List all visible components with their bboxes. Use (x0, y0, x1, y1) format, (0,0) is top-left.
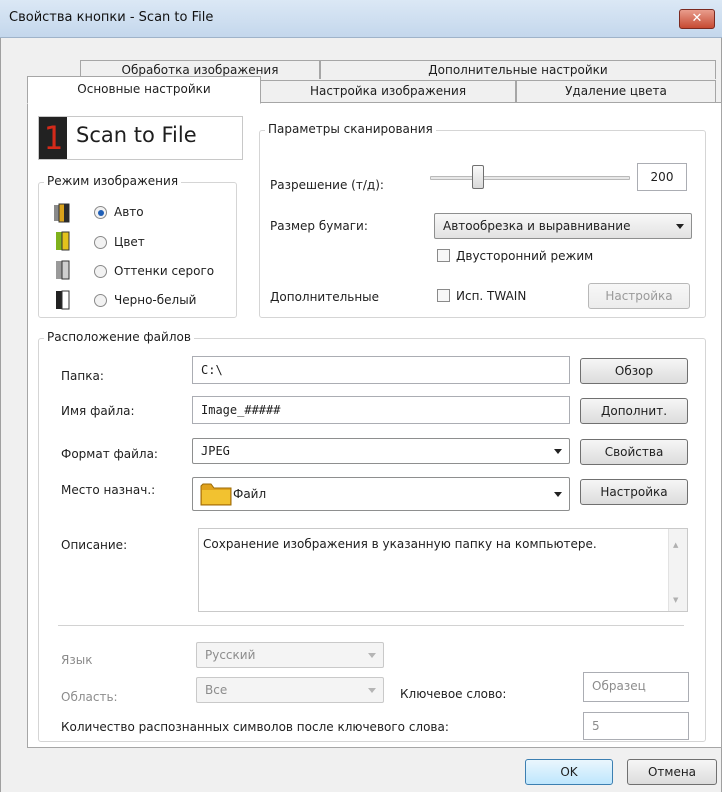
image-mode-title: Режим изображения (44, 174, 182, 188)
resolution-slider-track[interactable] (430, 176, 630, 180)
keyword-input[interactable]: Образец (583, 672, 689, 702)
description-label: Описание: (61, 538, 128, 552)
twain-label: Исп. TWAIN (456, 289, 527, 303)
twain-checkbox[interactable] (437, 289, 450, 302)
scroll-down-icon[interactable]: ▼ (673, 596, 678, 604)
tab-color-dropout[interactable]: Удаление цвета (516, 80, 716, 102)
radio-bw[interactable] (94, 294, 107, 307)
char-count-input[interactable]: 5 (583, 712, 689, 740)
filename-input[interactable]: Image_##### (192, 396, 570, 424)
separator (58, 625, 684, 626)
filename-label: Имя файла: (61, 404, 135, 418)
filename-more-button[interactable]: Дополнит. (580, 398, 688, 424)
area-value: Все (205, 683, 228, 697)
chevron-down-icon (554, 449, 562, 454)
folder-input[interactable]: C:\ (192, 356, 570, 384)
language-select[interactable]: Русский (196, 642, 384, 668)
radio-auto-label: Авто (114, 205, 144, 219)
radio-grayscale[interactable] (94, 265, 107, 278)
close-button[interactable]: ✕ (679, 9, 715, 29)
file-format-label: Формат файла: (61, 447, 158, 461)
radio-grayscale-label: Оттенки серого (114, 264, 215, 278)
auto-mode-icon (53, 203, 71, 223)
chevron-down-icon (554, 492, 562, 497)
color-mode-icon (53, 231, 71, 251)
ok-button[interactable]: OK (525, 759, 613, 785)
folder-label: Папка: (61, 369, 104, 383)
radio-color[interactable] (94, 236, 107, 249)
char-count-label: Количество распознанных символов после к… (61, 720, 449, 734)
chevron-down-icon (676, 224, 684, 229)
language-label: Язык (61, 653, 93, 667)
cancel-button[interactable]: Отмена (627, 759, 717, 785)
language-value: Русский (205, 648, 256, 662)
scroll-up-icon[interactable]: ▲ (673, 541, 678, 549)
duplex-checkbox[interactable] (437, 249, 450, 262)
destination-value: Файл (233, 487, 267, 501)
file-properties-button[interactable]: Свойства (580, 439, 688, 465)
button-name-label: Scan to File (76, 123, 197, 147)
tab-advanced-settings[interactable]: Дополнительные настройки (320, 60, 716, 79)
chevron-down-icon (368, 653, 376, 658)
window-title: Свойства кнопки - Scan to File (9, 10, 214, 25)
keyword-label: Ключевое слово: (400, 687, 507, 701)
paper-size-value: Автообрезка и выравнивание (443, 219, 631, 233)
paper-size-select[interactable]: Автообрезка и выравнивание (434, 213, 692, 239)
button-number-display: 1 (39, 117, 67, 159)
bw-mode-icon (53, 290, 71, 310)
file-format-select[interactable]: JPEG (192, 438, 570, 464)
radio-bw-label: Черно-белый (114, 293, 197, 307)
resolution-label: Разрешение (т/д): (270, 178, 384, 192)
duplex-label: Двусторонний режим (456, 249, 594, 263)
file-format-value: JPEG (201, 444, 230, 458)
twain-setup-button[interactable]: Настройка (588, 283, 690, 309)
destination-label: Место назнач.: (61, 483, 156, 497)
destination-select[interactable]: Файл (192, 477, 570, 511)
resolution-input[interactable]: 200 (637, 163, 687, 191)
tab-basic-settings[interactable]: Основные настройки (27, 76, 261, 104)
radio-auto[interactable] (94, 206, 107, 219)
area-label: Область: (61, 690, 118, 704)
description-text: Сохранение изображения в указанную папку… (203, 537, 597, 551)
tab-image-settings[interactable]: Настройка изображения (260, 80, 516, 102)
folder-icon (200, 481, 232, 507)
resolution-slider-thumb[interactable] (472, 165, 484, 189)
grayscale-mode-icon (53, 260, 71, 280)
scan-params-title: Параметры сканирования (265, 122, 436, 136)
chevron-down-icon (368, 688, 376, 693)
advanced-label: Дополнительные (270, 290, 380, 304)
browse-button[interactable]: Обзор (580, 358, 688, 384)
radio-color-label: Цвет (114, 235, 145, 249)
file-location-title: Расположение файлов (44, 330, 194, 344)
paper-size-label: Размер бумаги: (270, 219, 368, 233)
area-select[interactable]: Все (196, 677, 384, 703)
destination-setup-button[interactable]: Настройка (580, 479, 688, 505)
